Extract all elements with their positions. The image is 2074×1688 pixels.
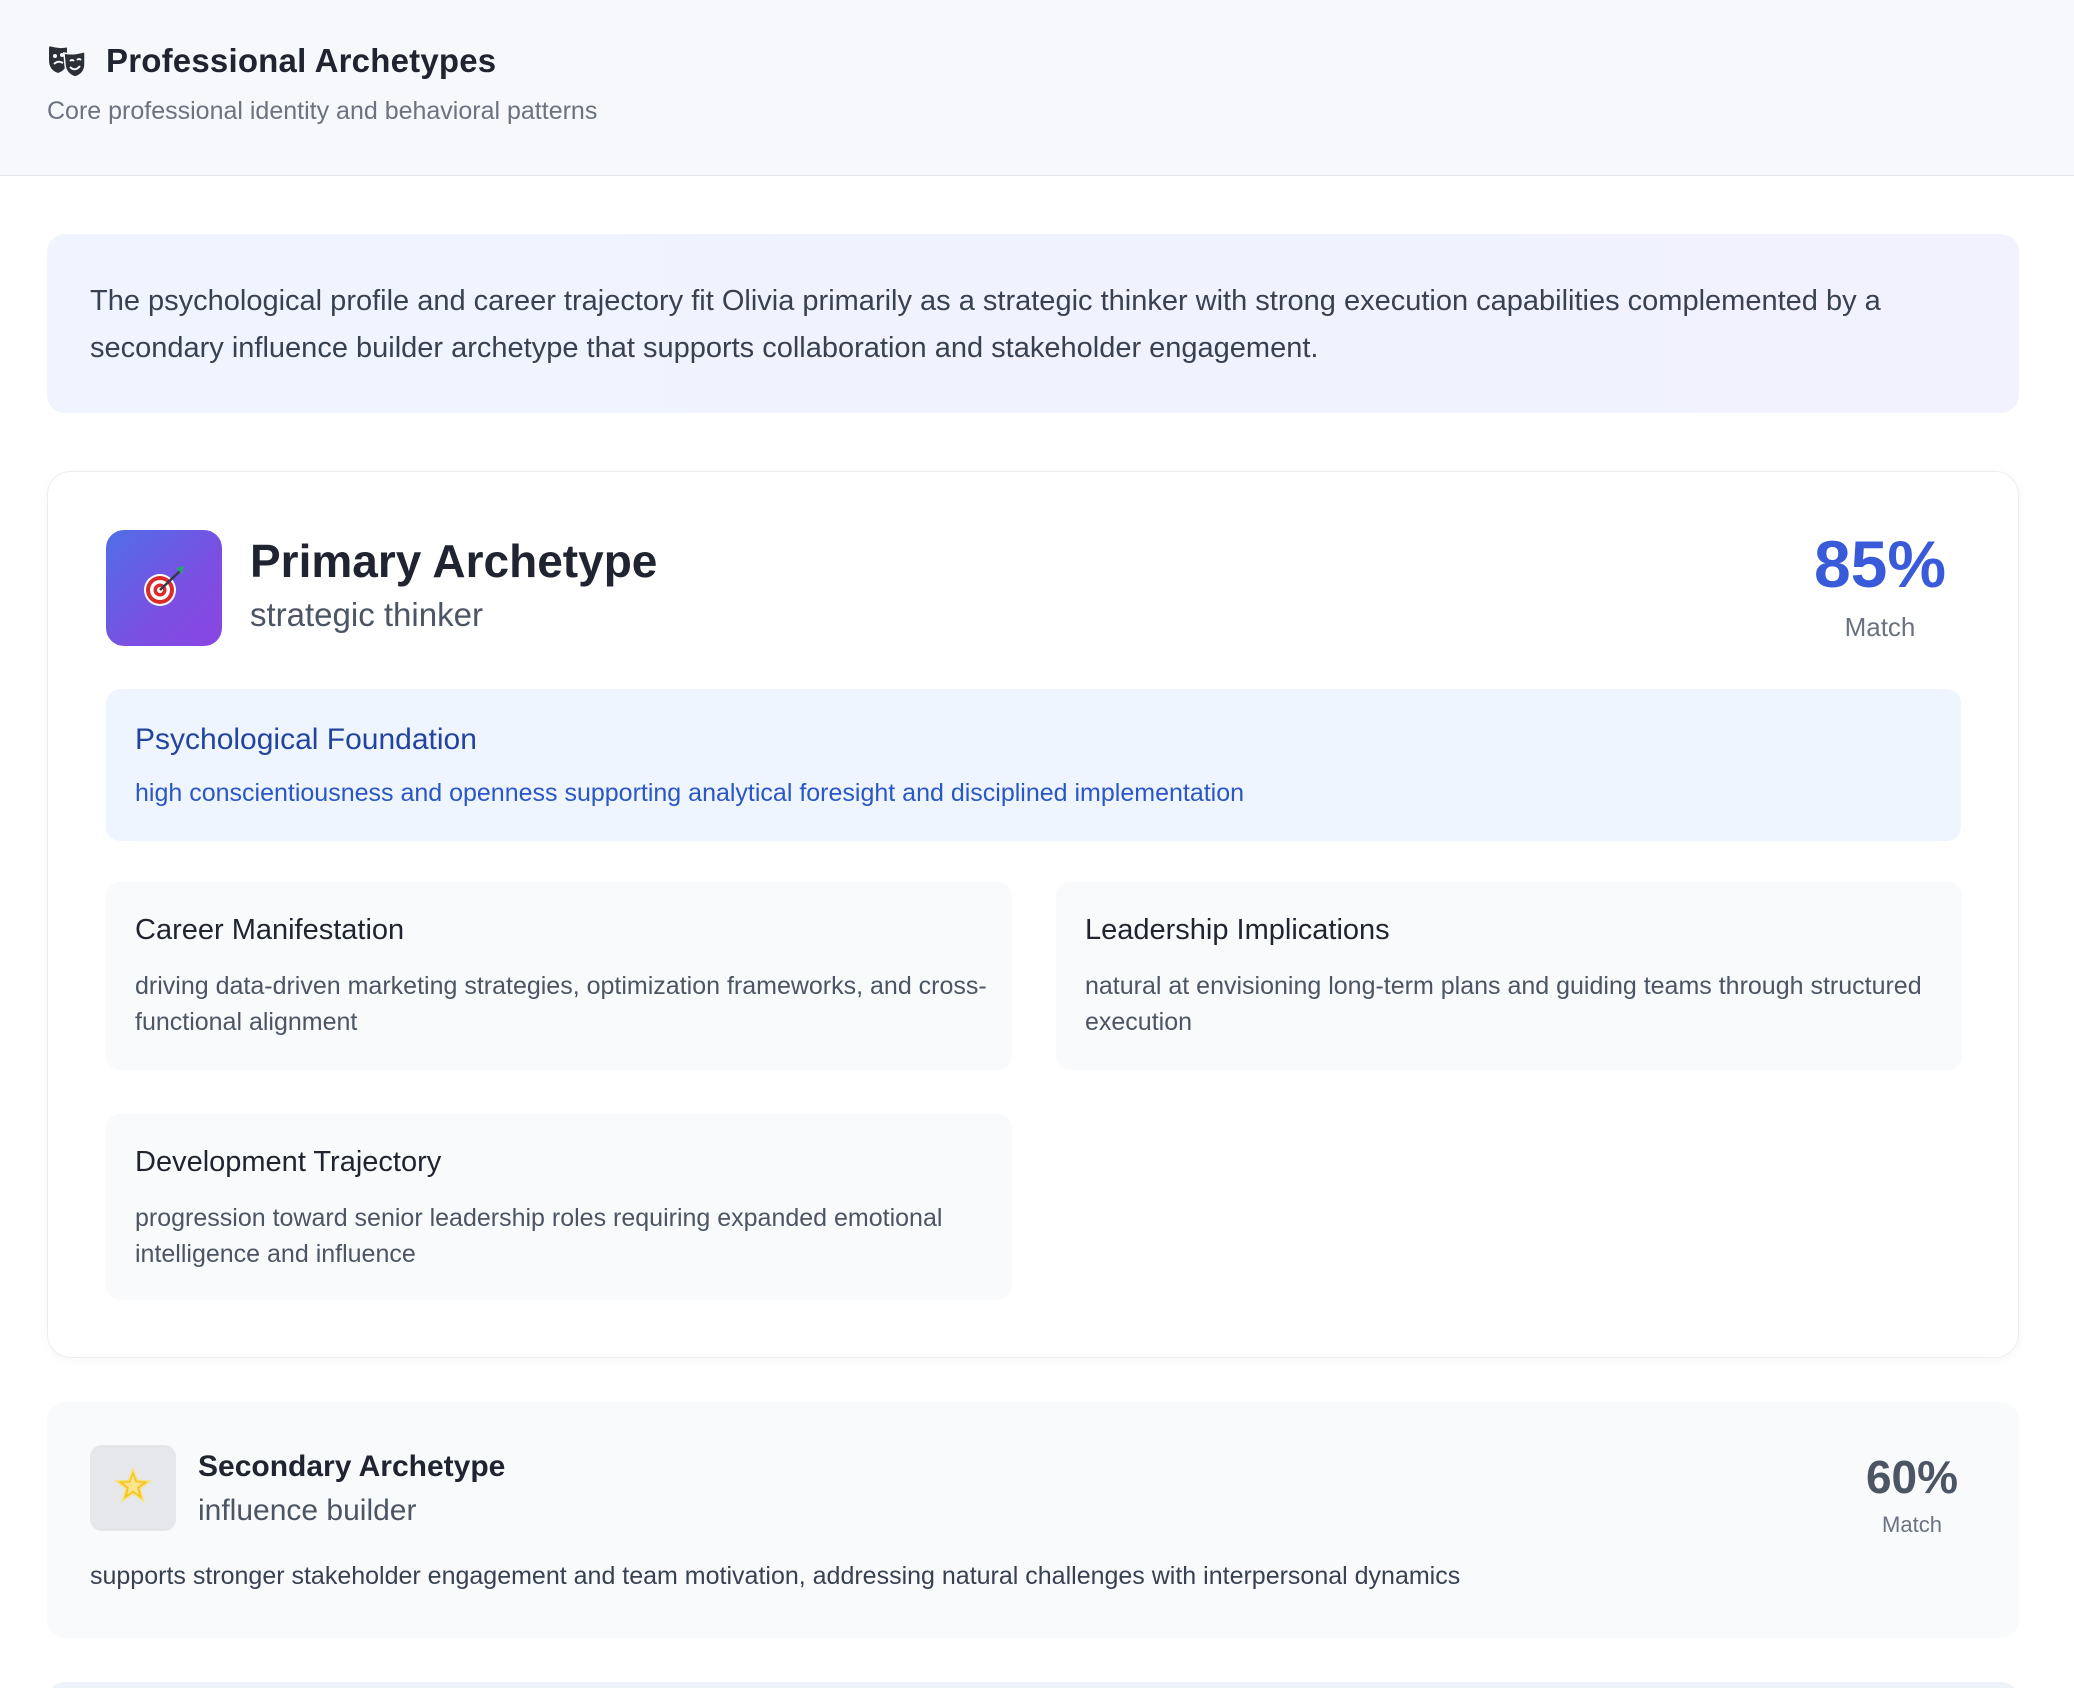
development-trajectory-box: Development Trajectory progression towar… <box>106 1114 1012 1300</box>
secondary-match-label: Match <box>1882 1512 1942 1537</box>
glowing-star-icon <box>113 1466 153 1511</box>
header-title-row: Professional Archetypes <box>46 40 496 82</box>
summary-text: The psychological profile and career tra… <box>90 285 1881 364</box>
leadership-implications-title: Leadership Implications <box>1085 914 1390 946</box>
primary-match-label: Match <box>1844 612 1916 642</box>
dart-target-icon <box>140 562 188 615</box>
career-manifestation-title: Career Manifestation <box>135 914 405 946</box>
page-header: Professional Archetypes Core professiona… <box>0 0 2074 176</box>
leadership-implications-box: Leadership Implications natural at envis… <box>1056 882 1962 1070</box>
secondary-archetype-name: influence builder <box>198 1494 417 1527</box>
next-card-edge <box>47 1682 2019 1688</box>
performing-arts-masks-icon <box>46 40 88 82</box>
psychological-foundation-title: Psychological Foundation <box>135 723 477 756</box>
primary-archetype-icon-box <box>106 530 222 646</box>
psychological-foundation-text: high conscientiousness and openness supp… <box>135 779 1245 807</box>
secondary-archetype-heading: Secondary Archetype <box>198 1450 506 1483</box>
leadership-implications-text: natural at envisioning long-term plans a… <box>1085 972 1922 1036</box>
page-subtitle: Core professional identity and behaviora… <box>47 97 598 125</box>
primary-archetype-name: strategic thinker <box>250 596 483 633</box>
page-title: Professional Archetypes <box>106 42 497 79</box>
summary-card: The psychological profile and career tra… <box>47 234 2019 413</box>
secondary-archetype-icon-box <box>90 1445 176 1531</box>
development-trajectory-text: progression toward senior leadership rol… <box>135 1204 943 1268</box>
primary-archetype-heading: Primary Archetype <box>250 535 658 587</box>
primary-archetype-card: Primary Archetype strategic thinker 85% … <box>47 471 2019 1358</box>
career-manifestation-text: driving data-driven marketing strategies… <box>135 972 987 1036</box>
secondary-archetype-description: supports stronger stakeholder engagement… <box>90 1562 1461 1590</box>
career-manifestation-box: Career Manifestation driving data-driven… <box>106 882 1012 1070</box>
primary-match-percentage: 85% <box>1813 527 1947 601</box>
psychological-foundation-box: Psychological Foundation high conscienti… <box>106 689 1961 841</box>
secondary-archetype-card: Secondary Archetype influence builder 60… <box>47 1402 2019 1638</box>
development-trajectory-title: Development Trajectory <box>135 1146 442 1178</box>
secondary-match-percentage: 60% <box>1865 1451 1959 1503</box>
